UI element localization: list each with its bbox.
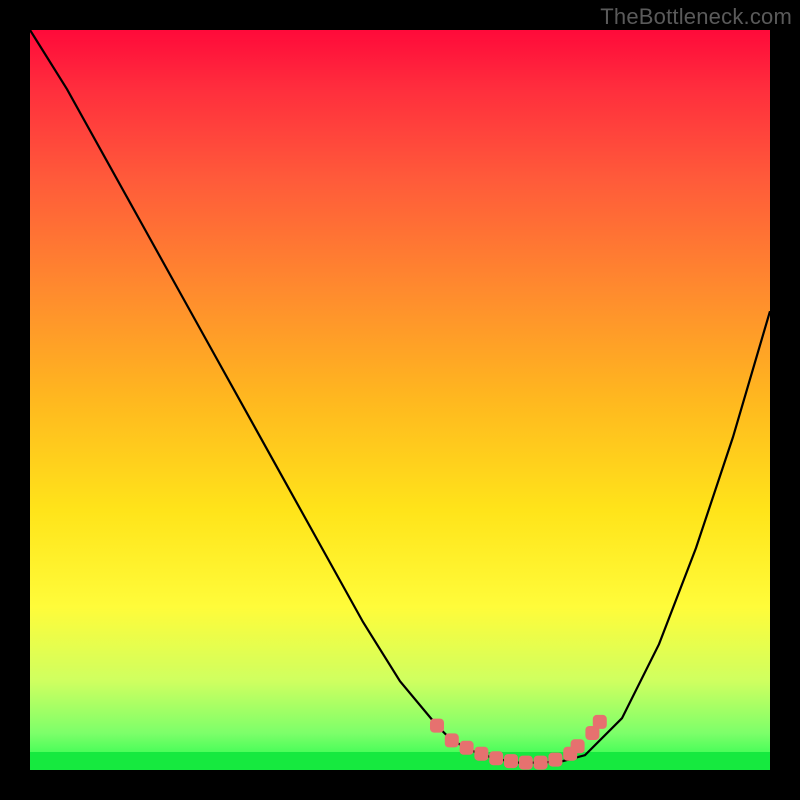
optimal-range-markers	[430, 715, 607, 770]
optimal-marker	[519, 756, 533, 770]
optimal-marker	[593, 715, 607, 729]
optimal-marker	[571, 739, 585, 753]
optimal-marker	[474, 747, 488, 761]
bottleneck-curve-line	[30, 30, 770, 763]
optimal-marker	[460, 741, 474, 755]
chart-frame: TheBottleneck.com	[0, 0, 800, 800]
optimal-marker	[445, 733, 459, 747]
bottleneck-curve-svg	[30, 30, 770, 770]
optimal-marker	[489, 751, 503, 765]
plot-area	[30, 30, 770, 770]
watermark-text: TheBottleneck.com	[600, 4, 792, 30]
optimal-marker	[534, 756, 548, 770]
optimal-marker	[504, 754, 518, 768]
optimal-marker	[548, 753, 562, 767]
optimal-marker	[430, 719, 444, 733]
